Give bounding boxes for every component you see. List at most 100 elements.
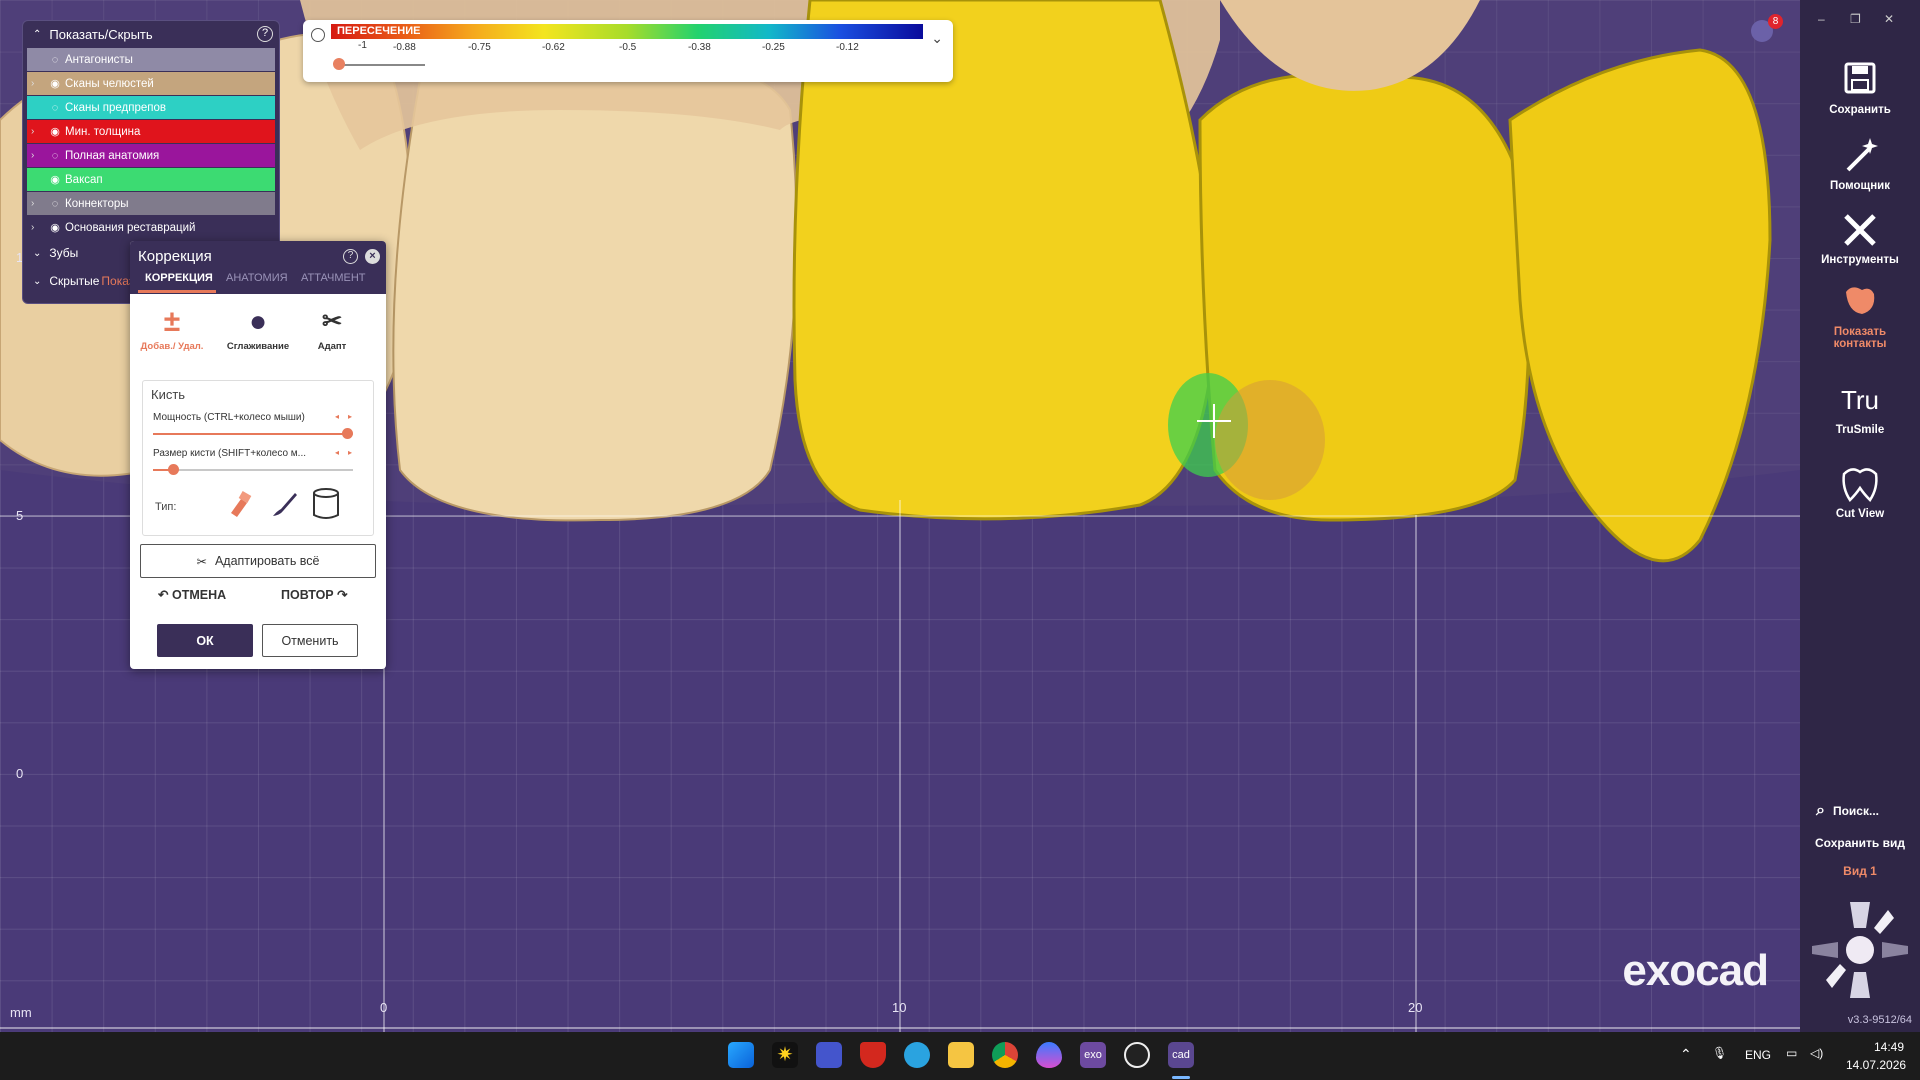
obs-icon[interactable] <box>1124 1042 1150 1068</box>
close-icon[interactable]: × <box>365 249 380 264</box>
eye-off-icon[interactable]: ◌ <box>45 150 65 162</box>
minimize-icon[interactable]: – <box>1818 12 1825 26</box>
scale-slider-track[interactable] <box>339 64 425 66</box>
gauge-icon[interactable] <box>311 28 325 42</box>
cad-icon[interactable]: cad <box>1168 1042 1194 1068</box>
scissors-icon: ✂ <box>321 308 343 335</box>
layer-jaw-scans[interactable]: › ◉ Сканы челюстей <box>27 72 275 95</box>
chevron-up-icon[interactable]: ⌃ <box>1680 1046 1692 1063</box>
scale-slider-thumb[interactable] <box>333 58 345 70</box>
redo-button[interactable]: ПОВТОР ↷ <box>281 587 348 602</box>
show-contacts-button[interactable]: Показать контакты <box>1800 282 1920 350</box>
x-axis-tick-0: 0 <box>380 1000 388 1015</box>
size-slider-thumb[interactable] <box>168 464 179 475</box>
sun-app-icon[interactable]: ✷ <box>772 1042 798 1068</box>
restore-icon[interactable]: ❐ <box>1850 12 1861 26</box>
layer-waxup[interactable]: ◉ Ваксап <box>27 168 275 191</box>
eye-off-icon[interactable]: ◌ <box>45 102 65 114</box>
layer-connectors[interactable]: › ◌ Коннекторы <box>27 192 275 215</box>
exocad-logo: exocad <box>1622 946 1769 995</box>
help-icon[interactable]: ? <box>257 26 273 42</box>
snipping-tool-icon[interactable] <box>816 1042 842 1068</box>
telegram-icon[interactable] <box>904 1042 930 1068</box>
type-label: Тип: <box>155 501 177 513</box>
shield-icon[interactable] <box>860 1042 886 1068</box>
scale-tick: -0.62 <box>542 42 565 53</box>
assistant-button[interactable]: Помощник <box>1800 136 1920 192</box>
tab-attachment[interactable]: АТТАЧМЕНТ <box>301 272 366 284</box>
layer-full-anatomy[interactable]: › ◌ Полная анатомия <box>27 144 275 167</box>
volume-icon[interactable]: ◁) <box>1810 1046 1823 1060</box>
adapt-all-button[interactable]: ✂ Адаптировать всё <box>140 544 376 578</box>
network-icon[interactable]: ▭ <box>1786 1046 1797 1060</box>
trusmile-button[interactable]: Tru TruSmile <box>1800 380 1920 436</box>
cancel-button[interactable]: Отменить <box>262 624 358 657</box>
trusmile-icon: Tru <box>1840 385 1880 415</box>
cut-view-button[interactable]: Cut View <box>1800 464 1920 520</box>
adapt-tool[interactable]: ✂ Адапт <box>296 303 368 352</box>
power-slider-thumb[interactable] <box>342 428 353 439</box>
chevron-up-icon[interactable]: ⌃ <box>33 29 41 40</box>
layer-min-thickness[interactable]: › ◉ Мин. толщина <box>27 120 275 143</box>
tools-button[interactable]: Инструменты <box>1800 210 1920 266</box>
chrome-icon[interactable] <box>992 1042 1018 1068</box>
tab-anatomy[interactable]: АНАТОМИЯ <box>226 272 288 284</box>
layer-antagonists[interactable]: ◌ Антагонисты <box>27 48 275 71</box>
windows-start-icon[interactable] <box>728 1042 754 1068</box>
size-slider-track[interactable] <box>153 469 353 471</box>
exocad-icon[interactable]: exo <box>1080 1042 1106 1068</box>
eye-off-icon[interactable]: ◌ <box>45 198 65 210</box>
chevron-right-icon[interactable]: › <box>31 78 45 89</box>
help-icon[interactable]: ? <box>343 249 358 264</box>
language-indicator[interactable]: ENG <box>1745 1048 1771 1062</box>
chevron-down-icon[interactable]: ⌄ <box>33 276 41 287</box>
microphone-icon[interactable]: 🎙 <box>1712 1046 1727 1060</box>
clock-date[interactable]: 14.07.2026 <box>1846 1058 1906 1072</box>
adapt-icon: ✂ <box>196 554 207 569</box>
ok-button[interactable]: ОК <box>157 624 253 657</box>
scale-tick: -0.38 <box>688 42 711 53</box>
cylinder-icon[interactable] <box>309 487 343 521</box>
layer-label: Основания реставраций <box>65 221 196 234</box>
chevron-right-icon[interactable]: › <box>31 222 45 233</box>
power-label: Мощность (CTRL+колесо мыши) <box>153 412 305 423</box>
chevron-right-icon[interactable]: › <box>31 198 45 209</box>
eye-icon[interactable]: ◉ <box>45 173 65 186</box>
undo-button[interactable]: ↶ ОТМЕНА <box>158 587 226 602</box>
view-1-button[interactable]: Вид 1 <box>1800 864 1920 878</box>
save-view-button[interactable]: Сохранить вид <box>1800 836 1920 850</box>
chevron-down-icon[interactable]: ⌄ <box>33 248 41 259</box>
scale-tick: -0.88 <box>393 42 416 53</box>
layer-restoration-bases[interactable]: › ◉ Основания реставраций <box>27 216 275 239</box>
save-button[interactable]: Сохранить <box>1800 60 1920 116</box>
brush-icon[interactable] <box>267 487 301 521</box>
chevron-down-icon[interactable]: ⌄ <box>931 30 943 47</box>
folder-icon[interactable] <box>948 1042 974 1068</box>
view-orientation-widget[interactable] <box>1808 898 1912 1002</box>
smooth-tool[interactable]: ● Сглаживание <box>222 303 294 352</box>
layer-label: Коннекторы <box>65 197 129 210</box>
eye-icon[interactable]: ◉ <box>45 221 65 234</box>
tab-correction[interactable]: КОРРЕКЦИЯ <box>145 272 213 284</box>
scale-title: ПЕРЕСЕЧЕНИЕ <box>337 25 421 37</box>
paint-roller-icon[interactable] <box>223 487 257 521</box>
size-stepper[interactable]: ◂▸ <box>335 448 361 457</box>
plus-minus-icon: ± <box>163 305 181 338</box>
eye-icon[interactable]: ◉ <box>45 125 65 138</box>
add-remove-tool[interactable]: ± Добав./ Удал. <box>136 303 208 352</box>
layer-preprep-scans[interactable]: ◌ Сканы предпрепов <box>27 96 275 119</box>
chevron-right-icon[interactable]: › <box>31 126 45 137</box>
adapt-all-label: Адаптировать всё <box>214 554 320 568</box>
eye-off-icon[interactable]: ◌ <box>45 54 65 66</box>
visibility-panel-header[interactable]: ⌃ Показать/Скрыть ? <box>23 21 279 47</box>
search-button[interactable]: ⌕ Поиск... <box>1816 802 1879 820</box>
power-stepper[interactable]: ◂▸ <box>335 412 361 421</box>
drop-app-icon[interactable] <box>1036 1042 1062 1068</box>
group-label: Скрытые <box>49 274 100 288</box>
close-icon[interactable]: ✕ <box>1884 12 1894 26</box>
clock-time[interactable]: 14:49 <box>1874 1040 1904 1054</box>
eye-icon[interactable]: ◉ <box>45 77 65 90</box>
magic-wand-icon <box>1846 138 1878 172</box>
chevron-right-icon[interactable]: › <box>31 150 45 161</box>
power-slider-fill <box>153 433 347 435</box>
